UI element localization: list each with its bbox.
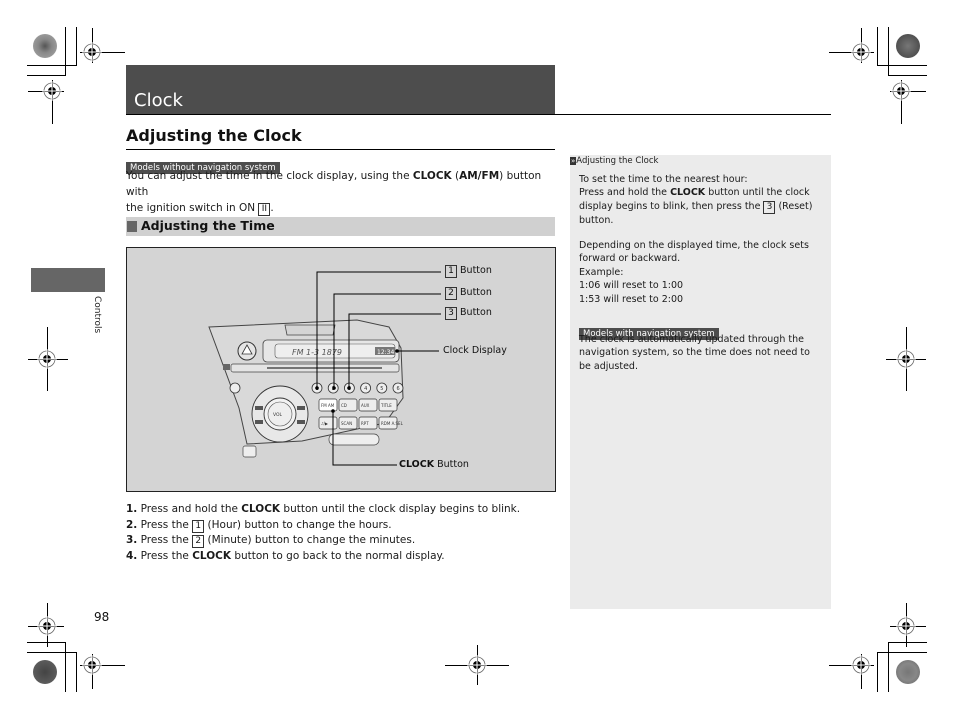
callout-button-2: 2 Button [445,287,492,300]
color-rosette-icon [33,34,57,58]
preset-label: 6 [397,386,400,392]
clock-term: CLOCK [241,503,281,515]
sidebar-notes: »Adjusting the Clock To set the time to … [570,155,831,609]
registration-mark-icon [467,655,487,675]
radio-button-label: FM AM [321,403,335,408]
chapter-tab[interactable] [31,268,105,292]
step-text: Press the [137,518,193,531]
intro-text: the ignition switch in ON [126,202,259,214]
sidebar-text: Example: [579,266,624,278]
color-rosette-icon [896,660,920,684]
sidebar-paragraph-2: Depending on the displayed time, the clo… [579,239,824,306]
callout-clock-button: CLOCK Button [399,459,469,470]
function-buttons-row2: ♪/▶ SCAN RPT RDM A.SEL [318,416,404,430]
ignition-on-key-icon: II [258,203,271,216]
registration-mark-icon [37,616,57,636]
square-bullet-icon [127,221,137,232]
example-line: 1:06 will reset to 1:00 [579,280,684,292]
clock-term: CLOCK [412,170,452,182]
key-3-icon: 3 [445,307,457,320]
registration-mark-icon [896,616,916,636]
radio-clock-readout: 12:34 [377,349,394,356]
callout-button-3: 3 Button [445,307,492,320]
subheading: Adjusting the Time [141,218,275,233]
radio-button-label: TITLE [380,403,392,408]
step-text: (Minute) button to change the minutes. [204,534,416,546]
intro-paragraph: You can adjust the time in the clock dis… [126,168,558,216]
radio-button-label: SCAN [341,421,352,426]
sidebar-paragraph-3: The clock is automatically updated throu… [579,334,810,372]
reference-title: Adjusting the Clock [576,156,659,166]
callout-label: Button [460,287,492,298]
registration-mark-icon [82,655,102,675]
clock-term: CLOCK [192,549,231,562]
intro-text: . [270,202,274,214]
radio-button-label: RDM A.SEL [381,421,404,426]
step-text: Press the [137,534,193,546]
color-rosette-icon [33,660,57,684]
radio-button-label: RPT [361,421,369,426]
step-1: 1. Press and hold the CLOCK button until… [126,502,556,518]
registration-mark-icon [896,349,916,369]
step-4: 4. Press the CLOCK button to go back to … [126,549,556,565]
preset-label: 4 [364,386,367,392]
radio-button-label: CD [341,403,347,408]
registration-mark-icon [37,349,57,369]
step-number: 3. [126,534,138,546]
radio-button-label: AUX [361,403,370,408]
power-button [229,382,241,394]
sidebar-text: Depending on the displayed time, the clo… [579,240,809,265]
step-text: button until the clock display begins to… [280,503,521,515]
preset-label: 5 [380,386,383,392]
page-number: 98 [94,610,110,624]
callout-label: Button [434,459,469,470]
step-3: 3. Press the 2 (Minute) button to change… [126,533,556,549]
callout-clock-display: Clock Display [443,345,507,356]
key-2-icon: 2 [445,287,457,300]
sidebar-text: To set the time to the nearest hour: [579,174,748,185]
section-title-bar: Clock [126,65,555,114]
key-3-icon: 3 [763,200,776,214]
radio-illustration: FM 1-3 1879 12:34 123456 VOL FM AMCDAUXT… [126,247,556,492]
registration-mark-icon [891,81,911,101]
callout-button-1: 1 Button [445,265,492,278]
radio-button-label: ♪/▶ [321,421,329,426]
page-heading: Adjusting the Clock [126,126,302,145]
registration-mark-icon [851,42,871,62]
step-text: button to go back to the normal display. [230,549,445,562]
svg-text:VOL: VOL [273,412,283,418]
steps-list: 1. Press and hold the CLOCK button until… [126,502,556,564]
sidebar-text: Press and hold the [579,187,671,199]
radio-panel-drawing: FM 1-3 1879 12:34 123456 VOL FM AMCDAUXT… [208,271,441,466]
subheading-bar: Adjusting the Time [126,217,555,236]
key-1-icon: 1 [192,519,205,533]
registration-mark-icon [42,81,62,101]
section-title: Clock [134,90,183,111]
clock-term: CLOCK [399,459,435,470]
step-text: (Hour) button to change the hours. [204,518,392,531]
step-number: 4. [126,549,138,562]
heading-divider [126,149,555,150]
sidebar-paragraph-1: To set the time to the nearest hour: Pre… [579,173,824,227]
sidebar-reference[interactable]: »Adjusting the Clock [570,156,658,166]
example-line: 1:53 will reset to 2:00 [579,293,684,305]
registration-mark-icon [851,655,871,675]
intro-text: ( [451,170,460,182]
clock-term: CLOCK [670,187,706,199]
step-number: 2. [126,518,138,531]
callout-label: Button [460,265,492,276]
key-1-icon: 1 [445,265,457,278]
callout-label: Button [460,307,492,318]
registration-mark-icon [82,42,102,62]
intro-text: You can adjust the time in the clock dis… [126,170,413,182]
key-2-icon: 2 [192,535,205,548]
step-number: 1. [126,503,138,515]
chapter-tab-label: Controls [92,296,102,334]
step-text: Press and hold the [137,503,242,515]
step-text: Press the [137,549,193,562]
step-2: 2. Press the 1 (Hour) button to change t… [126,518,556,534]
color-rosette-icon [896,34,920,58]
amfm-term: AM/FM [459,170,500,182]
title-divider [126,114,831,115]
